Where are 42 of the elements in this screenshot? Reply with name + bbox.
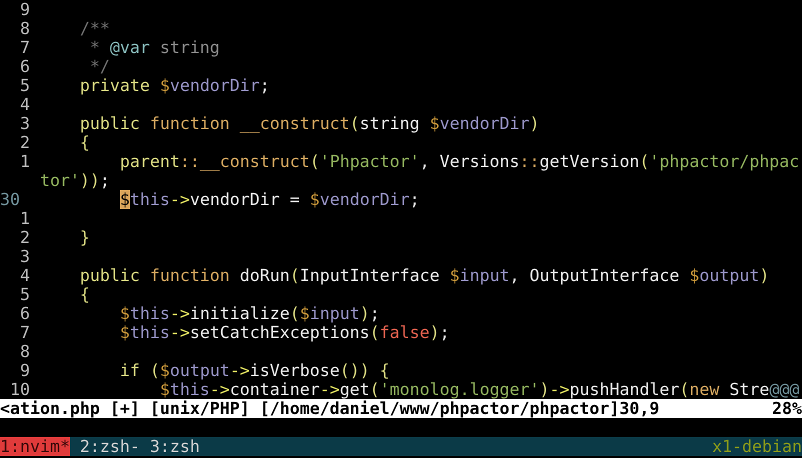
tmux-window-tab[interactable]: 2:zsh- xyxy=(80,437,140,456)
tmux-window-tab[interactable]: 3:zsh xyxy=(150,437,200,456)
code-line: */ xyxy=(88,57,110,76)
code-line: $this->initialize($input); xyxy=(118,304,380,323)
line-number: 8 xyxy=(18,342,30,361)
line-number: 3 xyxy=(18,247,30,266)
line-number: 6 xyxy=(18,304,30,323)
code-line: parent::__construct('Phpactor', Versions::getVersion('phpactor/phpac xyxy=(118,152,800,171)
line-number: 30 xyxy=(0,190,21,209)
code-line: $this->vendorDir = $vendorDir; xyxy=(118,190,420,209)
line-number: 7 xyxy=(18,38,30,57)
scroll-percent: 28% xyxy=(772,399,802,418)
code-line: $this->setCatchExceptions(false); xyxy=(118,323,450,342)
code-line: { xyxy=(78,133,90,152)
line-number: 4 xyxy=(18,95,30,114)
line-number: 5 xyxy=(18,285,30,304)
code-line: public function __construct(string $vendorDir) xyxy=(78,114,540,133)
code-line: public function doRun(InputInterface $input, OutputInterface $output) xyxy=(78,266,770,285)
code-line: $this->container->get('monolog.logger')->pushHandler(new Stre@@@ xyxy=(158,380,800,399)
line-number: 1 xyxy=(18,209,30,228)
line-number: 7 xyxy=(18,323,30,342)
code-line: } xyxy=(78,228,90,247)
line-number: 8 xyxy=(18,19,30,38)
line-number: 3 xyxy=(18,114,30,133)
line-number: 10 xyxy=(8,380,30,399)
line-number: 2 xyxy=(18,133,30,152)
line-number: 2 xyxy=(18,228,30,247)
line-number: 1 xyxy=(18,152,30,171)
file-info: <ation.php [+] [unix/PHP] [/home/daniel/www/phpactor/phpactor]30,9 xyxy=(0,399,660,418)
line-number: 4 xyxy=(18,266,30,285)
code-line: * @var string xyxy=(88,38,220,57)
wrapped-code-line: tor')); xyxy=(40,171,110,190)
code-line: /** xyxy=(78,19,110,38)
code-line: private $vendorDir; xyxy=(78,76,270,95)
line-number: 9 xyxy=(18,361,30,380)
line-number: 5 xyxy=(18,76,30,95)
tmux-window-tab[interactable]: 1:nvim* xyxy=(0,437,70,456)
code-line: { xyxy=(78,285,90,304)
line-number: 6 xyxy=(18,57,30,76)
code-line: if ($output->isVerbose()) { xyxy=(118,361,390,380)
line-number: 9 xyxy=(18,0,30,19)
host-name: x1-debian xyxy=(712,437,802,456)
